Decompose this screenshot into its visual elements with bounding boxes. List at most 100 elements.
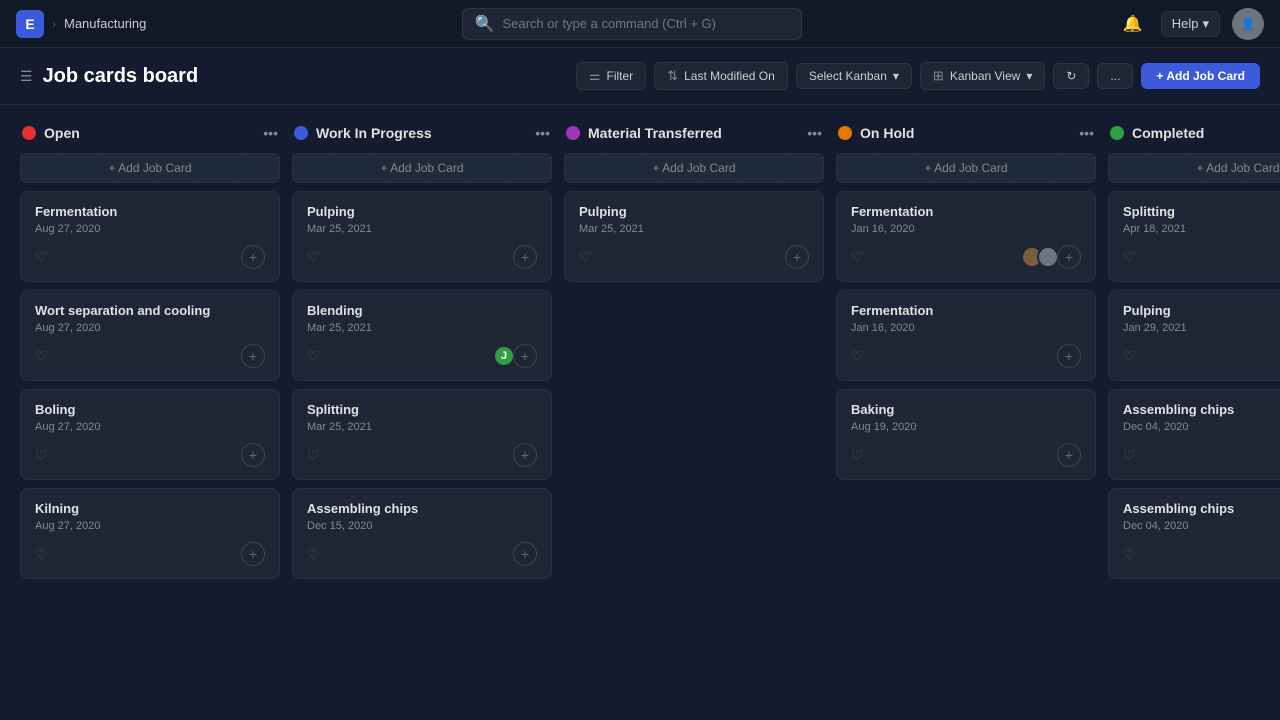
search-icon: 🔍 — [475, 14, 495, 34]
card-footer: ♡+ — [1123, 344, 1280, 368]
add-assignee-button[interactable]: + — [1057, 245, 1081, 269]
kanban-select-button[interactable]: Select Kanban ▾ — [796, 63, 912, 89]
add-assignee-button[interactable]: + — [1057, 344, 1081, 368]
heart-icon[interactable]: ♡ — [35, 546, 48, 563]
add-assignee-button[interactable]: + — [241, 443, 265, 467]
table-row[interactable]: Assembling chipsDec 15, 2020♡+ — [292, 488, 552, 579]
chevron-down-icon: ▾ — [1202, 16, 1209, 32]
card-date: Aug 19, 2020 — [851, 421, 1081, 433]
heart-icon[interactable]: ♡ — [307, 447, 320, 464]
heart-icon[interactable]: ♡ — [35, 348, 48, 365]
add-job-card-button[interactable]: + Add Job Card — [1141, 63, 1260, 89]
table-row[interactable]: Wort separation and coolingAug 27, 2020♡… — [20, 290, 280, 381]
kanban-view-button[interactable]: ⊞ Kanban View ▾ — [920, 62, 1045, 90]
card-footer: ♡+ — [35, 443, 265, 467]
heart-icon[interactable]: ♡ — [307, 348, 320, 365]
add-card-button-material[interactable]: + Add Job Card — [564, 153, 824, 183]
menu-icon[interactable]: ☰ — [20, 68, 33, 85]
add-assignee-button[interactable]: + — [513, 344, 537, 368]
heart-icon[interactable]: ♡ — [35, 249, 48, 266]
heart-icon[interactable]: ♡ — [1123, 348, 1136, 365]
card-date: Aug 27, 2020 — [35, 322, 265, 334]
heart-icon[interactable]: ♡ — [1123, 249, 1136, 266]
page-title-area: ☰ Job cards board — [20, 65, 198, 88]
chevron-down-icon: ▾ — [1026, 69, 1032, 83]
table-row[interactable]: BlendingMar 25, 2021♡J+ — [292, 290, 552, 381]
avatar[interactable]: 👤 — [1232, 8, 1264, 40]
status-dot-wip — [294, 126, 308, 140]
add-assignee-button[interactable]: + — [785, 245, 809, 269]
card-title: Splitting — [1123, 204, 1280, 219]
card-date: Mar 25, 2021 — [579, 223, 809, 235]
heart-icon[interactable]: ♡ — [307, 249, 320, 266]
filter-button[interactable]: ⚌ Filter — [576, 62, 646, 90]
card-footer: ♡+ — [35, 542, 265, 566]
column-completed: Completed•••+ Add Job CardSplittingApr 1… — [1108, 121, 1280, 704]
heart-icon[interactable]: ♡ — [307, 546, 320, 563]
heart-icon[interactable]: ♡ — [851, 447, 864, 464]
card-title: Blending — [307, 303, 537, 318]
table-row[interactable]: FermentationAug 27, 2020♡+ — [20, 191, 280, 282]
card-date: Aug 27, 2020 — [35, 421, 265, 433]
card-footer: ♡+ — [1123, 542, 1280, 566]
add-assignee-button[interactable]: + — [241, 344, 265, 368]
table-row[interactable]: SplittingMar 25, 2021♡+ — [292, 389, 552, 480]
add-assignee-button[interactable]: + — [241, 245, 265, 269]
add-card-button-open[interactable]: + Add Job Card — [20, 153, 280, 183]
app-icon[interactable]: E — [16, 10, 44, 38]
heart-icon[interactable]: ♡ — [1123, 447, 1136, 464]
column-header-wip: Work In Progress ••• — [292, 121, 552, 145]
page-header: ☰ Job cards board ⚌ Filter ⇅ Last Modifi… — [0, 48, 1280, 105]
card-date: Mar 25, 2021 — [307, 223, 537, 235]
add-assignee-button[interactable]: + — [1057, 443, 1081, 467]
column-title-material: Material Transferred — [588, 125, 722, 141]
card-title: Pulping — [1123, 303, 1280, 318]
table-row[interactable]: FermentationJan 16, 2020♡+ — [836, 290, 1096, 381]
table-row[interactable]: SplittingApr 18, 2021♡+ — [1108, 191, 1280, 282]
add-assignee-button[interactable]: + — [513, 443, 537, 467]
card-date: Jan 29, 2021 — [1123, 322, 1280, 334]
bell-icon[interactable]: 🔔 — [1117, 8, 1149, 40]
column-menu-onhold[interactable]: ••• — [1079, 125, 1094, 141]
search-bar[interactable]: 🔍 — [462, 8, 802, 40]
table-row[interactable]: FermentationJan 16, 2020♡+ — [836, 191, 1096, 282]
table-row[interactable]: Pulping Jan 29, 2021 ♡+ — [1108, 290, 1280, 381]
topnav-right: 🔔 Help ▾ 👤 — [1117, 8, 1264, 40]
column-menu-open[interactable]: ••• — [263, 125, 278, 141]
column-menu-material[interactable]: ••• — [807, 125, 822, 141]
card-date: Dec 04, 2020 — [1123, 520, 1280, 532]
more-button[interactable]: ... — [1097, 63, 1133, 89]
card-footer: ♡+ — [579, 245, 809, 269]
search-input[interactable] — [502, 16, 788, 31]
refresh-button[interactable]: ↻ — [1053, 63, 1089, 89]
card-footer: ♡+ — [35, 344, 265, 368]
column-menu-wip[interactable]: ••• — [535, 125, 550, 141]
breadcrumb[interactable]: Manufacturing — [64, 16, 146, 31]
card-title: Fermentation — [851, 303, 1081, 318]
heart-icon[interactable]: ♡ — [851, 249, 864, 266]
heart-icon[interactable]: ♡ — [579, 249, 592, 266]
add-assignee-button[interactable]: + — [513, 542, 537, 566]
table-row[interactable]: Assembling chipsDec 04, 2020♡+ — [1108, 389, 1280, 480]
help-button[interactable]: Help ▾ — [1161, 11, 1220, 37]
column-wip: Work In Progress•••+ Add Job CardPulping… — [292, 121, 552, 704]
avatar: J — [493, 345, 515, 367]
sort-button[interactable]: ⇅ Last Modified On — [654, 62, 788, 90]
table-row[interactable]: PulpingMar 25, 2021♡+ — [292, 191, 552, 282]
add-assignee-button[interactable]: + — [241, 542, 265, 566]
card-footer: ♡+ — [851, 344, 1081, 368]
table-row[interactable]: PulpingMar 25, 2021♡+ — [564, 191, 824, 282]
column-title-wip: Work In Progress — [316, 125, 432, 141]
heart-icon[interactable]: ♡ — [851, 348, 864, 365]
add-assignee-button[interactable]: + — [513, 245, 537, 269]
add-card-button-wip[interactable]: + Add Job Card — [292, 153, 552, 183]
table-row[interactable]: KilningAug 27, 2020♡+ — [20, 488, 280, 579]
heart-icon[interactable]: ♡ — [1123, 546, 1136, 563]
view-icon: ⊞ — [933, 68, 944, 84]
table-row[interactable]: BakingAug 19, 2020♡+ — [836, 389, 1096, 480]
heart-icon[interactable]: ♡ — [35, 447, 48, 464]
table-row[interactable]: BolingAug 27, 2020♡+ — [20, 389, 280, 480]
table-row[interactable]: Assembling chipsDec 04, 2020♡+ — [1108, 488, 1280, 579]
add-card-button-completed[interactable]: + Add Job Card — [1108, 153, 1280, 183]
add-card-button-onhold[interactable]: + Add Job Card — [836, 153, 1096, 183]
